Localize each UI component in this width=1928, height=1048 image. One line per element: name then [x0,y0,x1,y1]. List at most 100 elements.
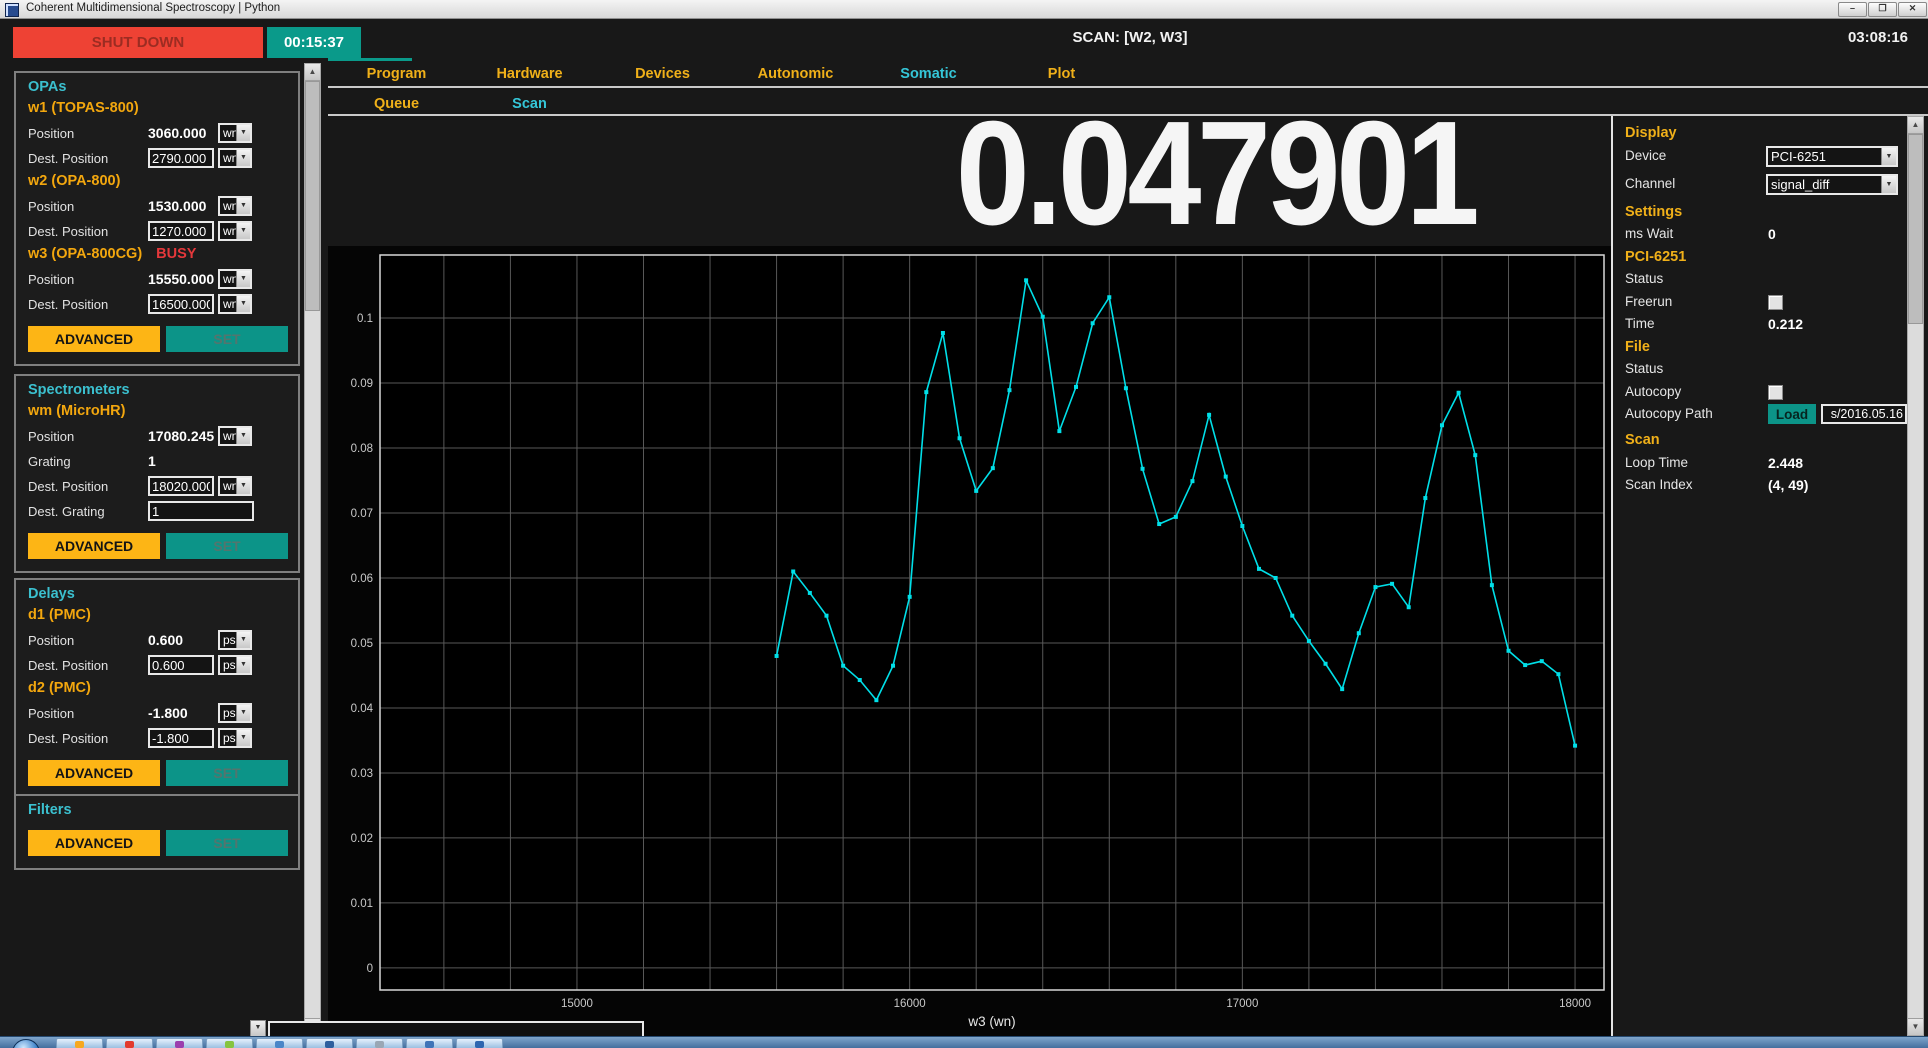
tab-plot[interactable]: Plot [995,62,1128,86]
parameter-row: Dest. Grating [26,501,288,526]
module-buttons: ADVANCEDSET [26,828,288,858]
tab-autonomic[interactable]: Autonomic [729,62,862,86]
device-dropdown[interactable]: PCI-6251▼ [1766,146,1898,167]
chevron-down-icon[interactable]: ▼ [236,428,250,444]
advanced-button[interactable]: ADVANCED [28,533,160,559]
data-point [974,489,978,493]
data-point [1157,522,1161,526]
chevron-down-icon[interactable]: ▼ [1881,176,1896,193]
unit-dropdown[interactable]: ps▼ [218,655,252,675]
destination-input[interactable] [148,728,214,748]
autocopy-checkbox[interactable] [1768,385,1783,400]
chevron-down-icon[interactable]: ▼ [236,478,250,494]
minimize-button[interactable]: – [1838,2,1867,17]
scroll-down-arrow-icon[interactable]: ▼ [1908,1018,1923,1035]
taskbar-app-button[interactable] [56,1038,103,1048]
taskbar-app-button[interactable] [306,1038,353,1048]
set-button[interactable]: SET [166,326,288,352]
tab-program[interactable]: Program [330,62,463,86]
taskbar-app-button[interactable] [206,1038,253,1048]
taskbar-app-button[interactable] [156,1038,203,1048]
destination-input[interactable] [148,294,214,314]
module-delays: Delaysd1 (PMC)Position0.600ps▼Dest. Posi… [14,578,300,800]
chevron-down-icon[interactable]: ▼ [236,296,250,312]
application-window: Coherent Multidimensional Spectroscopy |… [0,0,1928,1048]
load-path-button[interactable]: Load [1768,404,1816,424]
chevron-down-icon[interactable]: ▼ [236,632,250,648]
unit-dropdown[interactable]: ps▼ [218,630,252,650]
settings-row: Channelsignal_diff▼ [1625,173,1905,201]
y-axis-tick-label: 0.09 [351,378,373,390]
right-scrollbar[interactable]: ▲ ▼ [1907,116,1924,1036]
window-title: Coherent Multidimensional Spectroscopy |… [26,2,280,14]
chevron-down-icon[interactable]: ▼ [236,657,250,673]
advanced-button[interactable]: ADVANCED [28,830,160,856]
parameter-label: Position [28,126,74,141]
start-button[interactable] [12,1039,40,1048]
data-point [924,390,928,394]
parameter-row: Position3060.000wn▼ [26,123,288,148]
chevron-down-icon[interactable]: ▼ [1881,148,1896,165]
chevron-down-icon[interactable]: ▼ [236,271,250,287]
scroll-up-arrow-icon[interactable]: ▲ [1908,117,1923,134]
unit-dropdown[interactable]: wn▼ [218,476,252,496]
set-button[interactable]: SET [166,830,288,856]
unit-dropdown[interactable]: wn▼ [218,426,252,446]
unit-dropdown[interactable]: wn▼ [218,123,252,143]
tab-somatic[interactable]: Somatic [862,62,995,86]
module-spectrometers: Spectrometerswm (MicroHR)Position17080.2… [14,374,300,573]
unit-dropdown[interactable]: wn▼ [218,221,252,241]
tab-queue[interactable]: Queue [330,92,463,114]
advanced-button[interactable]: ADVANCED [28,326,160,352]
shutdown-button[interactable]: SHUT DOWN [13,27,263,58]
destination-input[interactable] [148,221,214,241]
chevron-down-icon[interactable]: ▼ [236,223,250,239]
sub-tab-bar: QueueScan [330,92,596,114]
scrollbar-thumb[interactable] [305,81,320,311]
destination-input[interactable] [148,501,254,521]
set-button[interactable]: SET [166,533,288,559]
data-point [1274,576,1278,580]
chevron-down-icon[interactable]: ▼ [250,1020,266,1037]
module-header: Delays [26,586,288,607]
data-point [1473,453,1477,457]
close-button[interactable]: ✕ [1898,2,1927,17]
taskbar-app-button[interactable] [106,1038,153,1048]
taskbar-app-icon [375,1041,384,1048]
unit-dropdown[interactable]: wn▼ [218,269,252,289]
unit-value: ps [223,731,236,745]
main-tab-bar: ProgramHardwareDevicesAutonomicSomaticPl… [330,62,1128,86]
left-scrollbar[interactable]: ▲ ▼ [304,63,321,1036]
chevron-down-icon[interactable]: ▼ [236,730,250,746]
unit-dropdown[interactable]: wn▼ [218,148,252,168]
set-button[interactable]: SET [166,760,288,786]
position-readout: -1.800 [148,705,214,721]
tab-devices[interactable]: Devices [596,62,729,86]
unit-dropdown[interactable]: ps▼ [218,703,252,723]
destination-input[interactable] [148,148,214,168]
unit-dropdown[interactable]: wn▼ [218,294,252,314]
chevron-down-icon[interactable]: ▼ [236,705,250,721]
taskbar-app-button[interactable] [256,1038,303,1048]
scroll-up-arrow-icon[interactable]: ▲ [305,64,320,81]
x-axis-tick-label: 15000 [561,998,593,1010]
chevron-down-icon[interactable]: ▼ [236,125,250,141]
channel-dropdown[interactable]: signal_diff▼ [1766,174,1898,195]
unit-dropdown[interactable]: wn▼ [218,196,252,216]
destination-input[interactable] [148,476,214,496]
freerun-checkbox[interactable] [1768,295,1783,310]
chevron-down-icon[interactable]: ▼ [236,198,250,214]
advanced-button[interactable]: ADVANCED [28,760,160,786]
taskbar-app-button[interactable] [406,1038,453,1048]
maximize-button[interactable]: ❐ [1868,2,1897,17]
unit-dropdown[interactable]: ps▼ [218,728,252,748]
settings-row: Freerun [1625,291,1905,314]
chevron-down-icon[interactable]: ▼ [236,150,250,166]
tab-hardware[interactable]: Hardware [463,62,596,86]
scrollbar-thumb[interactable] [1908,134,1923,324]
taskbar-app-button[interactable] [356,1038,403,1048]
tab-scan[interactable]: Scan [463,92,596,114]
taskbar-app-button[interactable] [456,1038,503,1048]
autocopy-path-field[interactable] [1821,404,1907,424]
destination-input[interactable] [148,655,214,675]
